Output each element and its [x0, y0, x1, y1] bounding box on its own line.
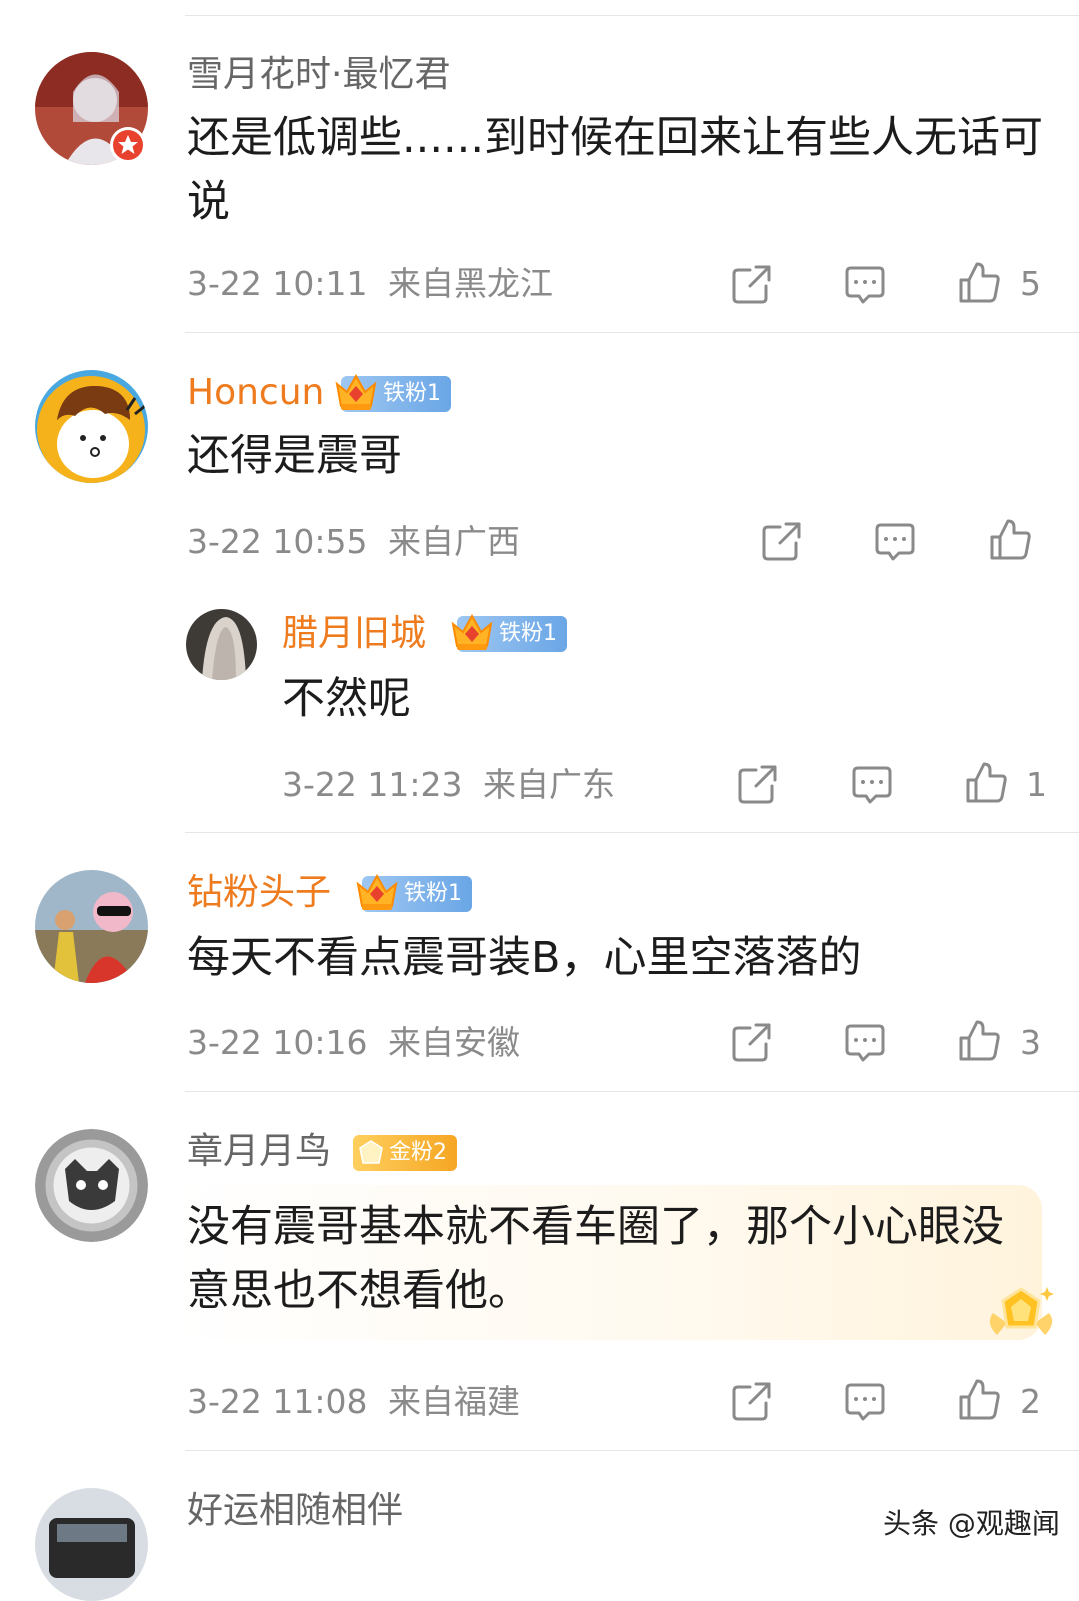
thumbs-up-icon[interactable]: [957, 1018, 1001, 1062]
location: 来自广东: [483, 765, 615, 804]
comment-icon[interactable]: [843, 1020, 887, 1064]
username[interactable]: 章月月鸟: [187, 1130, 331, 1174]
location: 来自广西: [388, 522, 520, 561]
thumbs-up-icon[interactable]: [957, 260, 1001, 304]
crown-icon: [449, 610, 495, 654]
badge-label: 铁粉1: [383, 381, 441, 406]
comment-text: 没有震哥基本就不看车圈了，那个小心眼没意思也不想看他。: [187, 1202, 1004, 1316]
location: 来自福建: [388, 1382, 520, 1421]
timestamp: 3-22 10:55: [187, 522, 368, 561]
fan-badge[interactable]: 金粉2: [353, 1135, 457, 1171]
divider: [185, 15, 1079, 16]
share-icon[interactable]: [730, 262, 774, 306]
avatar[interactable]: [35, 870, 148, 983]
badge-label: 铁粉1: [499, 621, 557, 646]
timestamp: 3-22 11:08: [187, 1382, 368, 1421]
comment-icon[interactable]: [843, 1379, 887, 1423]
like-count: 5: [1020, 264, 1041, 303]
username[interactable]: 钻粉头子: [187, 871, 331, 915]
share-icon[interactable]: [736, 762, 780, 806]
divider: [185, 332, 1079, 333]
medal-icon: [357, 1139, 385, 1167]
username[interactable]: Honcun: [187, 371, 324, 415]
location: 来自黑龙江: [388, 264, 553, 303]
like-count: 1: [1026, 765, 1047, 804]
username[interactable]: 雪月花时·最忆君: [187, 53, 450, 97]
fan-badge[interactable]: 铁粉1: [335, 373, 451, 412]
thumbs-up-icon[interactable]: [957, 1377, 1001, 1421]
comment-icon[interactable]: [873, 519, 917, 563]
badge-label: 铁粉1: [404, 881, 462, 906]
like-count: 3: [1020, 1023, 1041, 1062]
share-icon[interactable]: [730, 1020, 774, 1064]
divider: [185, 1450, 1079, 1451]
fan-badge[interactable]: 铁粉1: [451, 613, 567, 652]
comment-text: 还得是震哥: [187, 431, 402, 481]
verified-badge-icon: [110, 127, 146, 163]
share-icon[interactable]: [760, 519, 804, 563]
comment-text: 每天不看点震哥装B，心里空落落的: [187, 933, 862, 983]
watermark: 头条 @观趣闻: [883, 1507, 1060, 1540]
thumbs-up-icon[interactable]: [964, 760, 1008, 804]
avatar[interactable]: [35, 1488, 148, 1601]
fan-badge[interactable]: 铁粉1: [356, 873, 472, 912]
timestamp: 3-22 10:16: [187, 1023, 368, 1062]
comment-text: 不然呢: [282, 674, 411, 724]
crown-icon: [354, 870, 400, 914]
comment-time: 3-22 11:08 来自福建: [187, 1382, 520, 1422]
divider: [185, 1091, 1079, 1092]
thumbs-up-icon[interactable]: [988, 517, 1032, 561]
username[interactable]: 腊月旧城: [282, 612, 426, 656]
avatar[interactable]: [35, 370, 148, 483]
crown-icon: [333, 370, 379, 414]
comment-icon[interactable]: [850, 762, 894, 806]
username[interactable]: 好运相随相伴: [187, 1489, 403, 1533]
comment-text: 还是低调些......到时候在回来让有些人无话可说: [187, 113, 1044, 227]
badge-label: 金粉2: [389, 1140, 447, 1165]
location: 来自安徽: [388, 1023, 520, 1062]
comment-time: 3-22 10:55 来自广西: [187, 522, 520, 562]
comment-icon[interactable]: [843, 262, 887, 306]
like-count: 2: [1020, 1382, 1041, 1421]
comment-time: 3-22 10:16 来自安徽: [187, 1023, 520, 1063]
avatar[interactable]: [186, 609, 257, 680]
timestamp: 3-22 11:23: [282, 765, 463, 804]
gold-medal-icon: [983, 1283, 1059, 1343]
comment-time: 3-22 10:11 来自黑龙江: [187, 264, 553, 304]
timestamp: 3-22 10:11: [187, 264, 368, 303]
avatar[interactable]: [35, 1129, 148, 1242]
divider: [185, 832, 1079, 833]
share-icon[interactable]: [730, 1379, 774, 1423]
comment-time: 3-22 11:23 来自广东: [282, 765, 615, 805]
